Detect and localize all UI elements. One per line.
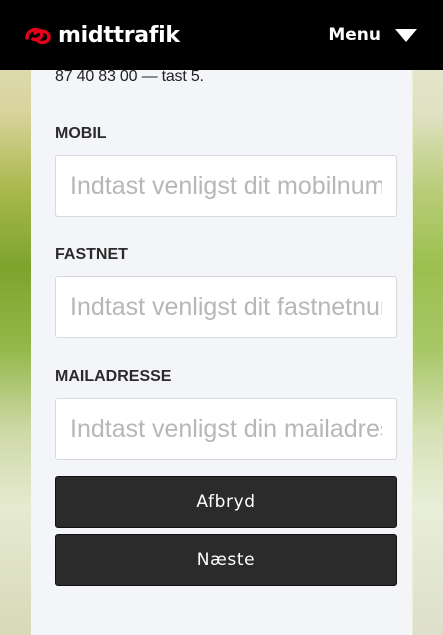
background-left [0,0,31,635]
form-panel: 87 40 83 00 — tast 5. MOBIL FASTNET MAIL… [31,0,412,635]
next-button[interactable]: Næste [55,534,397,586]
menu-label: Menu [328,25,381,45]
caret-down-icon [395,28,417,42]
email-input[interactable] [55,398,397,460]
background-right [413,0,443,635]
midttrafik-logo-icon [24,24,52,46]
menu-button[interactable]: Menu [328,25,417,45]
email-label: MAILADRESSE [55,368,172,385]
logo-text: midttrafik [58,22,180,48]
mobile-input[interactable] [55,155,397,217]
mobile-label: MOBIL [55,125,107,142]
phone-instruction-text: 87 40 83 00 — tast 5. [55,68,204,85]
landline-label: FASTNET [55,246,128,263]
cancel-button[interactable]: Afbryd [55,476,397,528]
logo[interactable]: midttrafik [24,23,180,48]
site-header: midttrafik Menu [0,0,443,70]
landline-input[interactable] [55,276,397,338]
